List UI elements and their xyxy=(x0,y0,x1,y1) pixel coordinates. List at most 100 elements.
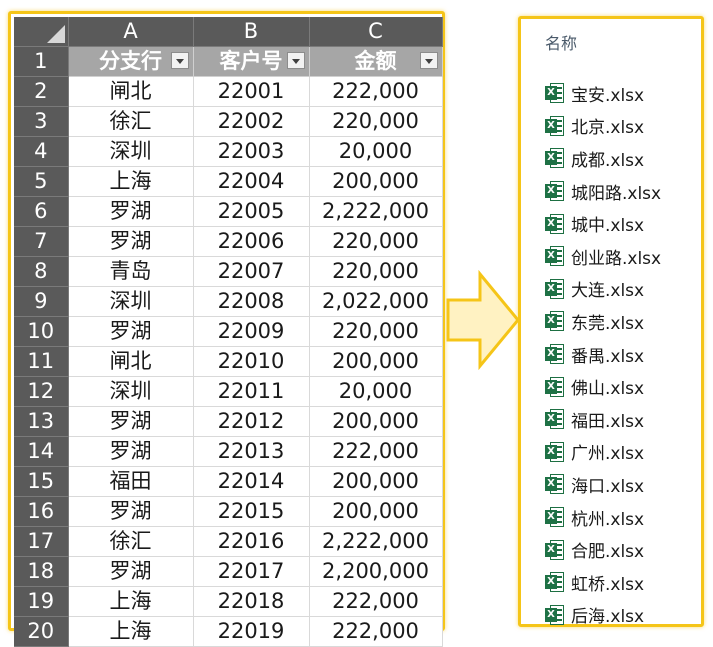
cell-customer-id[interactable]: 22018 xyxy=(193,586,310,617)
cell-customer-id[interactable]: 22019 xyxy=(193,616,310,647)
file-list-item[interactable]: X 合肥.xlsx xyxy=(545,533,661,566)
cell-amount[interactable]: 200,000 xyxy=(309,346,443,377)
cell-amount[interactable]: 200,000 xyxy=(309,496,443,527)
row-header[interactable]: 20 xyxy=(14,616,69,647)
cell-amount[interactable]: 200,000 xyxy=(309,406,443,437)
cell-branch[interactable]: 上海 xyxy=(68,586,194,617)
row-header[interactable]: 1 xyxy=(14,46,69,77)
table-header-customer-id[interactable]: 客户号 xyxy=(193,46,310,77)
cell-branch[interactable]: 上海 xyxy=(68,166,194,197)
row-header[interactable]: 14 xyxy=(14,436,69,467)
cell-customer-id[interactable]: 22010 xyxy=(193,346,310,377)
filter-dropdown-icon[interactable] xyxy=(170,52,189,69)
file-list-item[interactable]: X 杭州.xlsx xyxy=(545,501,661,534)
row-header[interactable]: 3 xyxy=(14,106,69,137)
column-header-b[interactable]: B xyxy=(193,17,310,47)
cell-customer-id[interactable]: 22001 xyxy=(193,76,310,107)
cell-customer-id[interactable]: 22004 xyxy=(193,166,310,197)
cell-branch[interactable]: 深圳 xyxy=(68,376,194,407)
cell-branch[interactable]: 青岛 xyxy=(68,256,194,287)
cell-customer-id[interactable]: 22016 xyxy=(193,526,310,557)
cell-amount[interactable]: 2,022,000 xyxy=(309,286,443,317)
row-header[interactable]: 9 xyxy=(14,286,69,317)
cell-amount[interactable]: 200,000 xyxy=(309,466,443,497)
cell-branch[interactable]: 闸北 xyxy=(68,346,194,377)
file-list-item[interactable]: X 创业路.xlsx xyxy=(545,240,661,273)
file-list-item[interactable]: X 成都.xlsx xyxy=(545,142,661,175)
row-header[interactable]: 13 xyxy=(14,406,69,437)
cell-customer-id[interactable]: 22012 xyxy=(193,406,310,437)
cell-customer-id[interactable]: 22015 xyxy=(193,496,310,527)
file-list-item[interactable]: X 后海.xlsx xyxy=(545,599,661,632)
filter-dropdown-icon[interactable] xyxy=(419,52,438,69)
cell-amount[interactable]: 222,000 xyxy=(309,436,443,467)
cell-amount[interactable]: 220,000 xyxy=(309,106,443,137)
row-header[interactable]: 19 xyxy=(14,586,69,617)
file-list-item[interactable]: X 广州.xlsx xyxy=(545,436,661,469)
cell-branch[interactable]: 上海 xyxy=(68,616,194,647)
cell-branch[interactable]: 深圳 xyxy=(68,136,194,167)
cell-amount[interactable]: 2,222,000 xyxy=(309,196,443,227)
cell-customer-id[interactable]: 22011 xyxy=(193,376,310,407)
cell-branch[interactable]: 罗湖 xyxy=(68,226,194,257)
cell-customer-id[interactable]: 22002 xyxy=(193,106,310,137)
cell-branch[interactable]: 福田 xyxy=(68,466,194,497)
cell-customer-id[interactable]: 22017 xyxy=(193,556,310,587)
cell-customer-id[interactable]: 22014 xyxy=(193,466,310,497)
column-header-c[interactable]: C xyxy=(309,17,443,47)
row-header[interactable]: 15 xyxy=(14,466,69,497)
cell-branch[interactable]: 深圳 xyxy=(68,286,194,317)
row-header[interactable]: 18 xyxy=(14,556,69,587)
cell-customer-id[interactable]: 22005 xyxy=(193,196,310,227)
file-list-item[interactable]: X 番禺.xlsx xyxy=(545,338,661,371)
cell-branch[interactable]: 徐汇 xyxy=(68,106,194,137)
file-list-item[interactable]: X 东莞.xlsx xyxy=(545,305,661,338)
table-header-amount[interactable]: 金额 xyxy=(309,46,443,77)
cell-amount[interactable]: 220,000 xyxy=(309,256,443,287)
cell-branch[interactable]: 罗湖 xyxy=(68,196,194,227)
file-list-item[interactable]: X 虹桥.xlsx xyxy=(545,566,661,599)
cell-branch[interactable]: 闸北 xyxy=(68,76,194,107)
cell-branch[interactable]: 罗湖 xyxy=(68,436,194,467)
cell-customer-id[interactable]: 22003 xyxy=(193,136,310,167)
cell-branch[interactable]: 罗湖 xyxy=(68,556,194,587)
file-list-item[interactable]: X 宝安.xlsx xyxy=(545,77,661,110)
row-header[interactable]: 5 xyxy=(14,166,69,197)
file-list-item[interactable]: X 福田.xlsx xyxy=(545,403,661,436)
row-header[interactable]: 4 xyxy=(14,136,69,167)
file-list-item[interactable]: X 海口.xlsx xyxy=(545,468,661,501)
row-header[interactable]: 8 xyxy=(14,256,69,287)
file-list-item[interactable]: X 北京.xlsx xyxy=(545,110,661,143)
select-all-corner[interactable] xyxy=(14,17,69,47)
row-header[interactable]: 7 xyxy=(14,226,69,257)
table-header-branch[interactable]: 分支行 xyxy=(68,46,194,77)
cell-amount[interactable]: 222,000 xyxy=(309,586,443,617)
cell-amount[interactable]: 220,000 xyxy=(309,226,443,257)
cell-branch[interactable]: 徐汇 xyxy=(68,526,194,557)
row-header[interactable]: 10 xyxy=(14,316,69,347)
cell-amount[interactable]: 200,000 xyxy=(309,166,443,197)
row-header[interactable]: 16 xyxy=(14,496,69,527)
cell-amount[interactable]: 20,000 xyxy=(309,376,443,407)
row-header[interactable]: 17 xyxy=(14,526,69,557)
file-list-item[interactable]: X 城阳路.xlsx xyxy=(545,175,661,208)
row-header[interactable]: 11 xyxy=(14,346,69,377)
column-header-a[interactable]: A xyxy=(68,17,194,47)
file-list-item[interactable]: X 佛山.xlsx xyxy=(545,370,661,403)
cell-amount[interactable]: 220,000 xyxy=(309,316,443,347)
cell-customer-id[interactable]: 22008 xyxy=(193,286,310,317)
cell-branch[interactable]: 罗湖 xyxy=(68,406,194,437)
file-list-item[interactable]: X 大连.xlsx xyxy=(545,273,661,306)
cell-customer-id[interactable]: 22009 xyxy=(193,316,310,347)
cell-amount[interactable]: 2,222,000 xyxy=(309,526,443,557)
row-header[interactable]: 2 xyxy=(14,76,69,107)
cell-branch[interactable]: 罗湖 xyxy=(68,316,194,347)
row-header[interactable]: 12 xyxy=(14,376,69,407)
file-list-item[interactable]: X 城中.xlsx xyxy=(545,207,661,240)
cell-customer-id[interactable]: 22006 xyxy=(193,226,310,257)
cell-amount[interactable]: 20,000 xyxy=(309,136,443,167)
name-column-header[interactable]: 名称 xyxy=(545,30,577,54)
cell-amount[interactable]: 222,000 xyxy=(309,76,443,107)
cell-customer-id[interactable]: 22013 xyxy=(193,436,310,467)
row-header[interactable]: 6 xyxy=(14,196,69,227)
